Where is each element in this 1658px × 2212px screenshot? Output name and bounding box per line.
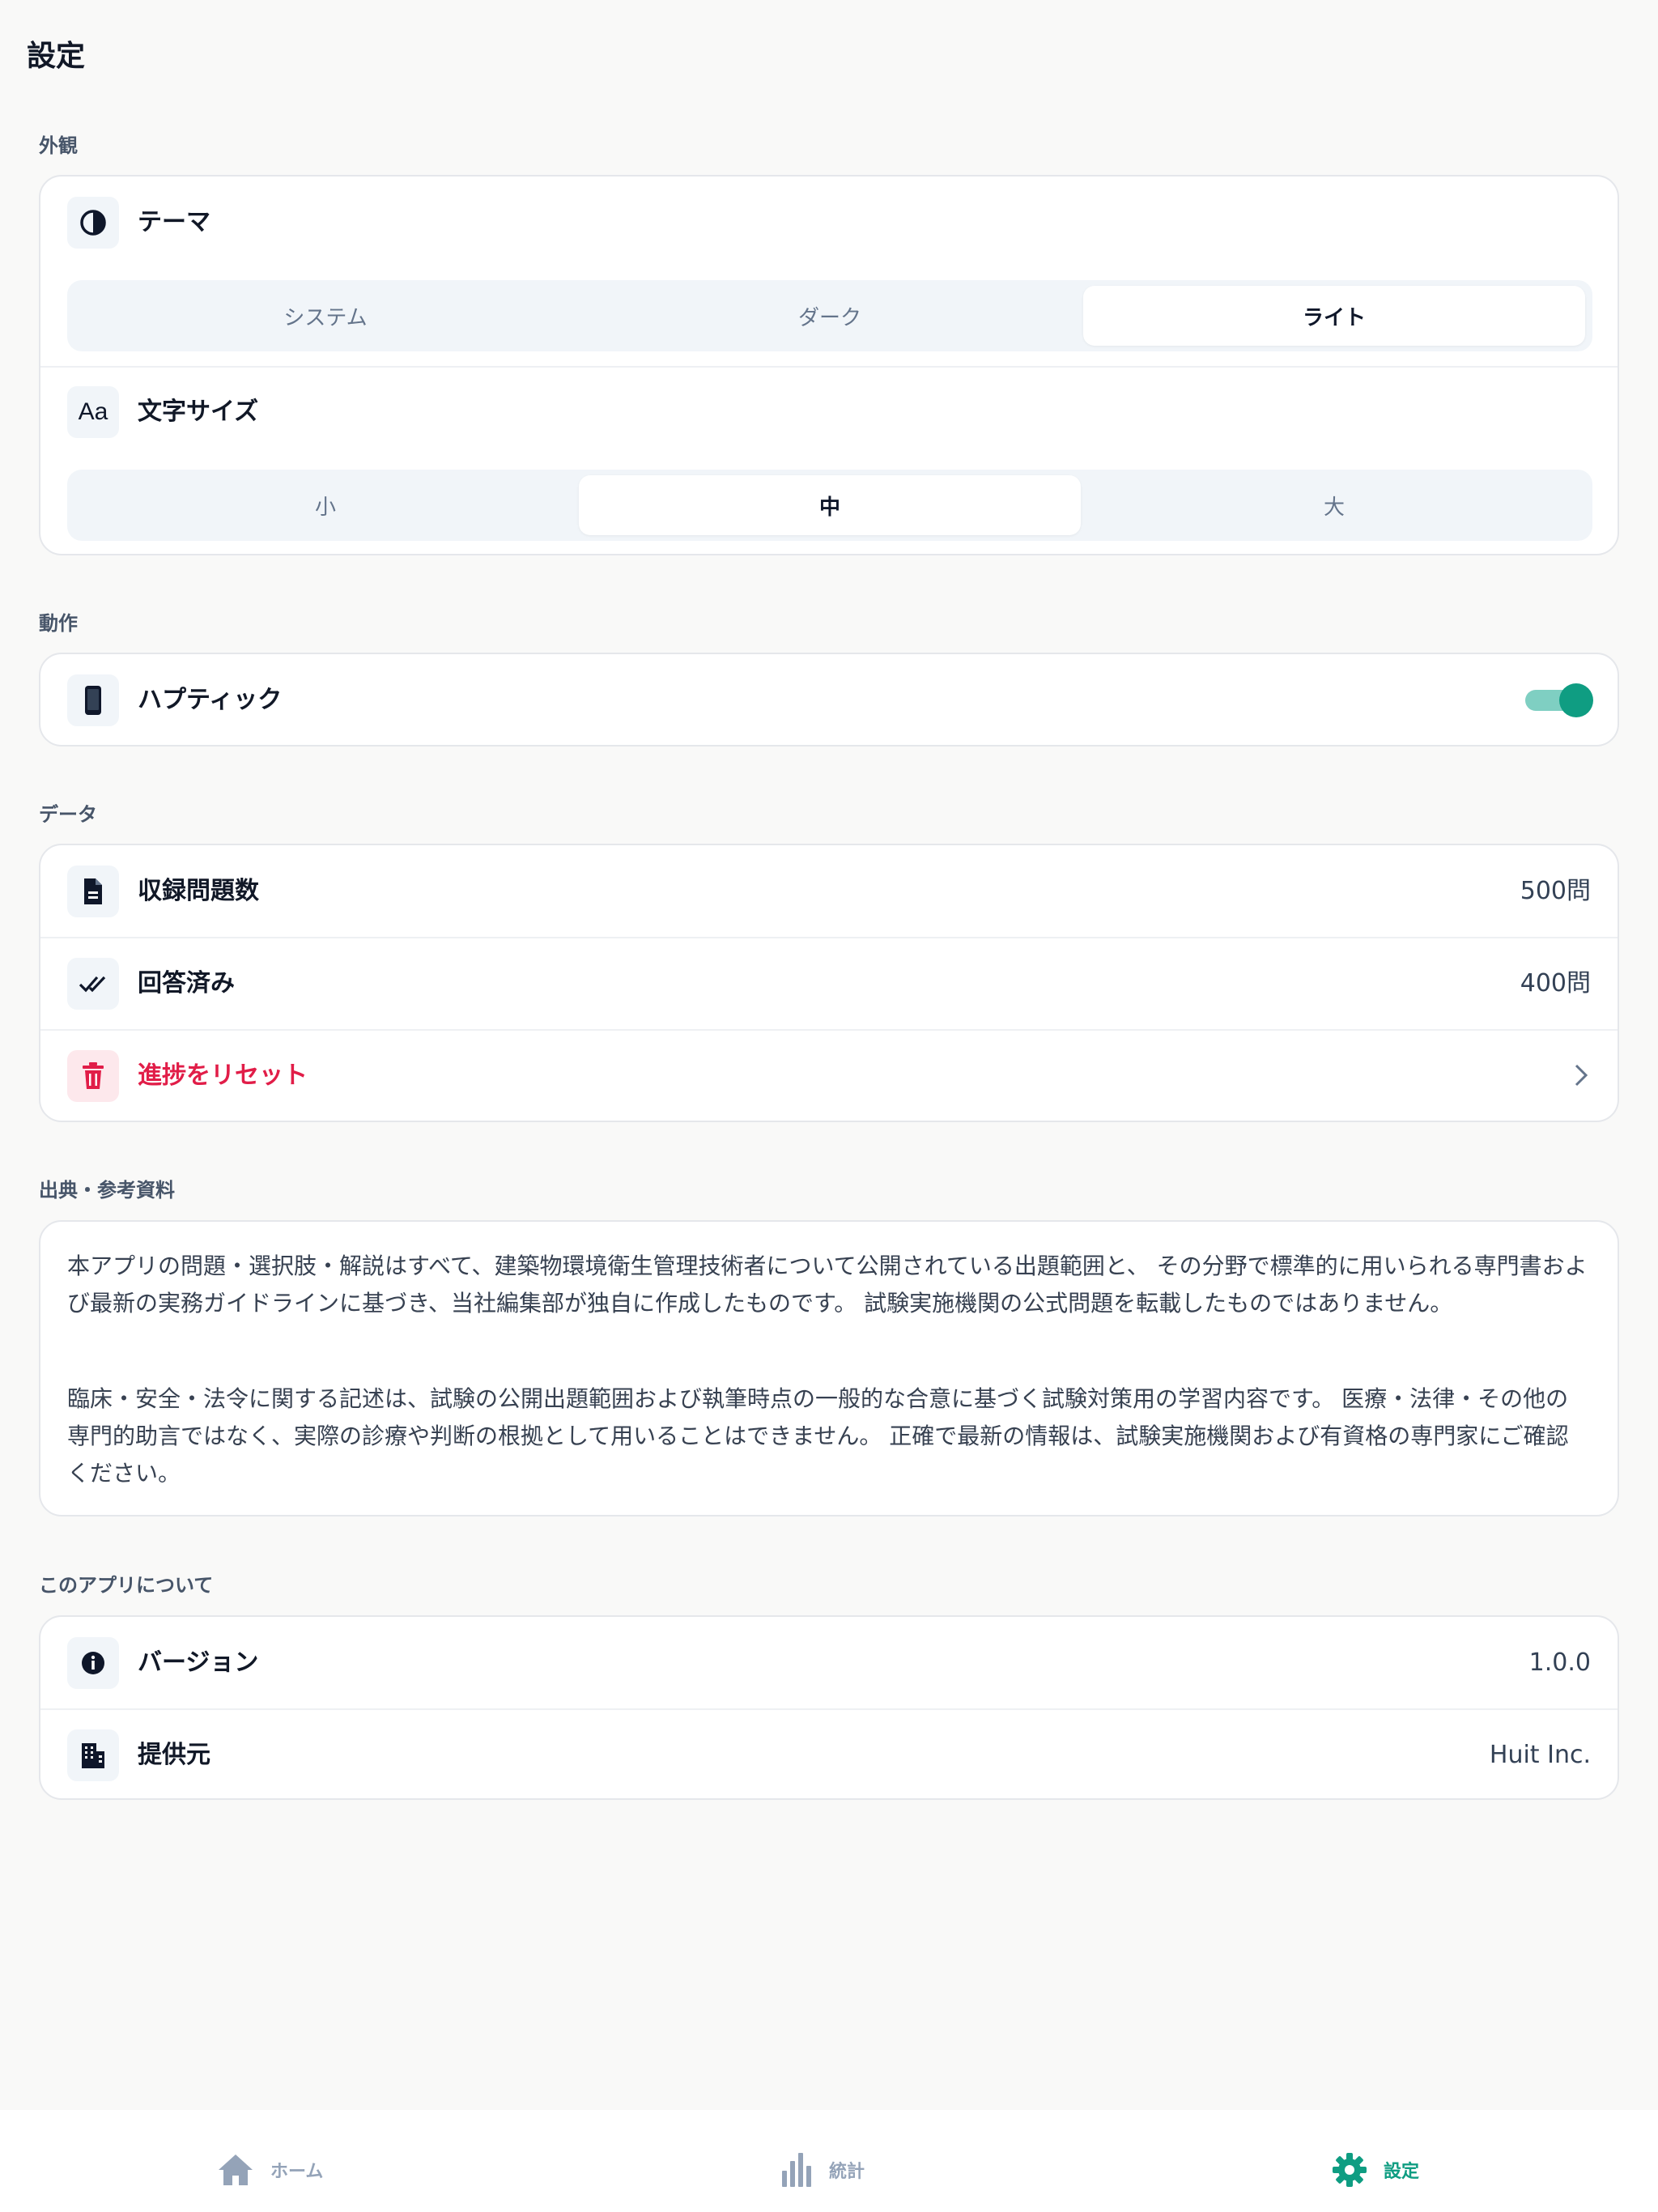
tab-home-label: ホーム bbox=[270, 2162, 324, 2182]
provider-title: 提供元 bbox=[138, 1741, 210, 1769]
contrast-icon bbox=[67, 197, 119, 249]
building-icon bbox=[67, 1729, 119, 1781]
font-size-segmented-control: 小 中 大 bbox=[67, 470, 1592, 541]
section-label-sources: 出典・参考資料 bbox=[39, 1179, 175, 1202]
double-check-icon bbox=[67, 958, 119, 1010]
theme-title: テーマ bbox=[138, 208, 210, 236]
tab-home[interactable]: ホーム bbox=[217, 2150, 323, 2189]
section-label-data: データ bbox=[39, 803, 97, 826]
about-card: バージョン 1.0.0 提供元 Huit Inc. bbox=[39, 1615, 1619, 1800]
phone-icon bbox=[67, 674, 119, 726]
gear-icon bbox=[1333, 2153, 1367, 2187]
appearance-card: テーマ システム ダーク ライト Aa 文字サイズ 小 中 大 bbox=[39, 175, 1619, 555]
version-title: バージョン bbox=[138, 1648, 259, 1677]
data-card: 収録問題数 500問 回答済み 400問 進捗をリセット bbox=[39, 844, 1619, 1122]
font-size-option-medium[interactable]: 中 bbox=[579, 475, 1081, 535]
version-value: 1.0.0 bbox=[1528, 1648, 1591, 1677]
chevron-right-icon bbox=[1574, 1063, 1588, 1091]
tab-settings-label: 設定 bbox=[1384, 2162, 1420, 2182]
font-size-title: 文字サイズ bbox=[138, 398, 259, 426]
tab-bar: ホーム 統計 設定 bbox=[0, 2110, 1658, 2212]
answered-value: 400問 bbox=[1520, 969, 1591, 998]
bar-chart-icon bbox=[782, 2153, 811, 2187]
sources-paragraph-2: 臨床・安全・法令に関する記述は、試験の公開出題範囲および執筆時点の一般的な合意に… bbox=[67, 1385, 1569, 1487]
theme-option-light[interactable]: ライト bbox=[1083, 286, 1585, 346]
total-questions-value: 500問 bbox=[1520, 877, 1591, 905]
trash-icon bbox=[67, 1050, 119, 1102]
tab-stats-label: 統計 bbox=[829, 2162, 865, 2182]
tab-settings[interactable]: 設定 bbox=[1332, 2150, 1419, 2189]
font-size-option-small[interactable]: 小 bbox=[74, 475, 576, 535]
page-title: 設定 bbox=[27, 40, 86, 73]
haptic-toggle[interactable] bbox=[1525, 683, 1593, 717]
divider bbox=[40, 366, 1618, 368]
settings-screen: 設定 外観 テーマ システム ダーク ライト Aa 文字サイズ 小 中 大 動作 bbox=[0, 0, 1658, 2212]
provider-value: Huit Inc. bbox=[1489, 1741, 1591, 1769]
reset-progress-title: 進捗をリセット bbox=[138, 1061, 308, 1090]
document-icon bbox=[67, 866, 119, 917]
total-questions-title: 収録問題数 bbox=[138, 877, 259, 905]
theme-option-dark[interactable]: ダーク bbox=[579, 286, 1081, 346]
toggle-knob bbox=[1559, 683, 1593, 717]
info-icon bbox=[67, 1637, 119, 1689]
sources-card: 本アプリの問題・選択肢・解説はすべて、建築物環境衛生管理技術者について公開されて… bbox=[39, 1220, 1619, 1516]
text-size-icon: Aa bbox=[67, 386, 119, 438]
tab-stats[interactable]: 統計 bbox=[780, 2150, 865, 2189]
divider bbox=[40, 1708, 1618, 1710]
font-size-option-large[interactable]: 大 bbox=[1083, 475, 1585, 535]
section-label-appearance: 外観 bbox=[39, 134, 78, 157]
reset-progress-row[interactable]: 進捗をリセット bbox=[40, 1031, 1618, 1122]
section-label-about: このアプリについて bbox=[39, 1574, 214, 1597]
section-label-behavior: 動作 bbox=[39, 612, 78, 635]
haptic-title: ハプティック bbox=[138, 686, 283, 714]
behavior-card: ハプティック bbox=[39, 653, 1619, 747]
divider bbox=[40, 937, 1618, 938]
home-icon bbox=[219, 2155, 253, 2185]
answered-title: 回答済み bbox=[138, 969, 235, 998]
sources-paragraph-1: 本アプリの問題・選択肢・解説はすべて、建築物環境衛生管理技術者について公開されて… bbox=[67, 1253, 1588, 1317]
theme-segmented-control: システム ダーク ライト bbox=[67, 280, 1592, 351]
theme-option-system[interactable]: システム bbox=[74, 286, 576, 346]
